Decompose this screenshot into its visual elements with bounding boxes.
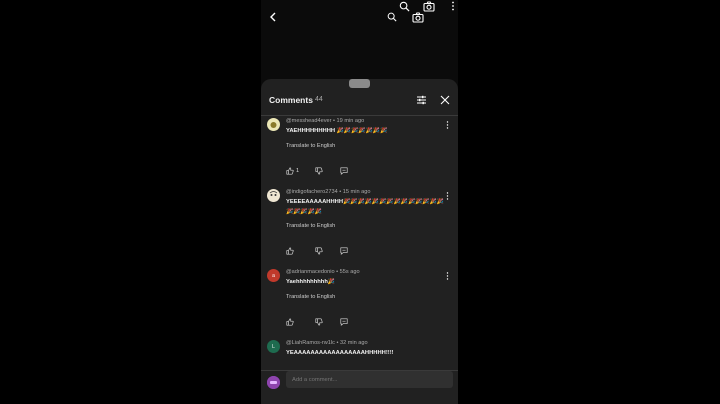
thumb-down-icon — [315, 167, 323, 175]
avatar[interactable] — [267, 189, 280, 202]
translate-link[interactable]: Translate to English — [286, 143, 335, 149]
thumb-up-icon — [286, 247, 294, 255]
reply-button[interactable] — [340, 318, 348, 326]
comment-author[interactable]: @LiahRamos-rw1lc • 32 min ago — [286, 340, 368, 346]
reply-icon — [340, 247, 348, 255]
shorts-player: Comments 44 @messhead4ever • 19 min ago … — [261, 0, 458, 404]
avatar — [267, 376, 280, 389]
comments-header: Comments 44 — [261, 91, 458, 115]
comment-input[interactable] — [286, 371, 453, 388]
more-vertical-icon[interactable] — [443, 120, 451, 130]
thumb-up-icon — [286, 167, 294, 175]
thumb-down-icon — [315, 318, 323, 326]
like-button[interactable]: 1 — [286, 167, 299, 175]
reply-button[interactable] — [340, 247, 348, 255]
dislike-button[interactable] — [315, 167, 323, 175]
more-vertical-icon[interactable] — [449, 0, 457, 12]
translate-link[interactable]: Translate to English — [286, 294, 335, 300]
camera-icon[interactable] — [411, 11, 424, 23]
close-icon[interactable] — [439, 94, 451, 106]
comment-text: YEAAAAAAAAAAAAAAAAAHHHHH!!!! — [286, 350, 394, 356]
comments-title: Comments — [269, 95, 313, 105]
more-vertical-icon[interactable] — [443, 271, 451, 281]
filter-icon[interactable] — [415, 94, 427, 106]
reply-icon — [340, 318, 348, 326]
comments-count: 44 — [315, 96, 323, 103]
like-count: 1 — [296, 168, 300, 174]
comment-text: Yaehhhhhhhhh🎉 — [286, 279, 336, 285]
like-button[interactable] — [286, 318, 294, 326]
avatar[interactable] — [267, 118, 280, 131]
comment-author[interactable]: @adrianmacedonio • 55s ago — [286, 269, 360, 275]
back-arrow-icon[interactable] — [267, 11, 279, 23]
comment-actions — [286, 247, 366, 257]
avatar[interactable]: L — [267, 340, 280, 353]
translate-link[interactable]: Translate to English — [286, 223, 335, 229]
comment-actions: 1 — [286, 167, 366, 177]
comment-author[interactable]: @indigofachero2734 • 15 min ago — [286, 189, 370, 195]
search-icon[interactable] — [386, 11, 398, 23]
comment-author[interactable]: @messhead4ever • 19 min ago — [286, 118, 364, 124]
drag-handle[interactable] — [349, 79, 370, 88]
like-button[interactable] — [286, 247, 294, 255]
comment-text: YEEEEAAAAAHHHH🎉🎉🎉🎉🎉🎉🎉🎉🎉🎉🎉🎉🎉🎉🎉🎉🎉🎉🎉 — [286, 199, 445, 215]
top-bar — [261, 0, 458, 34]
header-divider — [261, 115, 458, 116]
thumb-down-icon — [315, 247, 323, 255]
reply-icon — [340, 167, 348, 175]
comments-sheet: Comments 44 @messhead4ever • 19 min ago … — [261, 79, 458, 404]
more-vertical-icon[interactable] — [443, 191, 451, 201]
avatar[interactable]: a — [267, 269, 280, 282]
search-icon[interactable] — [398, 0, 410, 12]
dislike-button[interactable] — [315, 318, 323, 326]
avatar-letter: L — [272, 343, 275, 350]
comment-actions — [286, 318, 366, 328]
thumb-up-icon — [286, 318, 294, 326]
comment-text: YAEHHHHHHHHH 🎉🎉🎉🎉🎉🎉🎉 — [286, 128, 388, 134]
reply-button[interactable] — [340, 167, 348, 175]
avatar-letter: a — [272, 272, 275, 279]
dislike-button[interactable] — [315, 247, 323, 255]
